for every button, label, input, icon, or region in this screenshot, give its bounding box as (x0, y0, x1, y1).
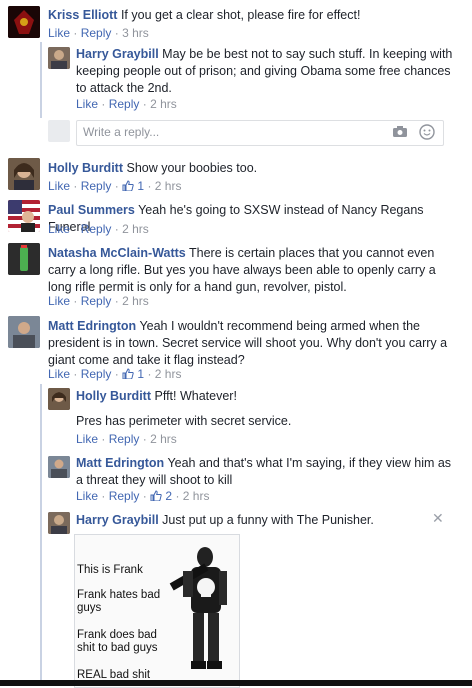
author-name[interactable]: Holly Burditt (48, 161, 123, 175)
author-name[interactable]: Kriss Elliott (48, 8, 117, 22)
comment-text: Show your boobies too. (126, 161, 258, 175)
comment-actions: Like · Reply · 2 · 2 hrs (76, 489, 210, 503)
smiley-icon[interactable] (419, 124, 435, 140)
avatar[interactable] (48, 47, 70, 69)
comment-text: Just put up a funny with The Punisher. (162, 513, 374, 527)
thread-line (40, 42, 42, 118)
timestamp[interactable]: 2 hrs (183, 489, 210, 503)
reply-placeholder: Write a reply... (83, 125, 160, 139)
meme-line: Frank hates bad guys (77, 589, 161, 614)
reply-link[interactable]: Reply (109, 489, 140, 503)
meme-line: This is Frank (77, 564, 143, 576)
comment-actions: Like · Reply · 2 hrs (48, 222, 149, 236)
reply-link[interactable]: Reply (81, 222, 112, 236)
author-name[interactable]: Harry Graybill (76, 513, 159, 527)
avatar[interactable] (48, 512, 70, 534)
like-link[interactable]: Like (76, 489, 98, 503)
like-link[interactable]: Like (48, 294, 70, 308)
bottom-edge (0, 680, 472, 686)
like-count[interactable]: 1 (137, 179, 144, 193)
author-name[interactable]: Natasha McClain-Watts (48, 246, 186, 260)
comment: Natasha McClain-Watts There is certain p… (48, 245, 458, 296)
author-name[interactable]: Paul Summers (48, 203, 135, 217)
comment: Matt Edrington Yeah I wouldn't recommend… (48, 318, 458, 369)
reply-link[interactable]: Reply (81, 179, 112, 193)
like-link[interactable]: Like (76, 97, 98, 111)
thumbs-up-icon (122, 180, 134, 192)
author-name[interactable]: Holly Burditt (76, 389, 151, 403)
comment: Holly Burditt Show your boobies too. (48, 160, 458, 177)
punisher-figure (169, 547, 227, 669)
timestamp[interactable]: 2 hrs (155, 367, 182, 381)
like-link[interactable]: Like (76, 432, 98, 446)
reply-link[interactable]: Reply (81, 26, 112, 40)
avatar[interactable] (48, 388, 70, 410)
comment: Kriss Elliott If you get a clear shot, p… (48, 7, 458, 24)
timestamp[interactable]: 3 hrs (122, 26, 149, 40)
reply-link[interactable]: Reply (81, 294, 112, 308)
avatar (48, 120, 70, 142)
comment-actions: Like · Reply · 2 hrs (48, 294, 149, 308)
reply-link[interactable]: Reply (81, 367, 112, 381)
thumbs-up-icon (150, 490, 162, 502)
avatar[interactable] (8, 6, 40, 38)
like-link[interactable]: Like (48, 179, 70, 193)
reply-comment: Holly Burditt Pfft! Whatever! (76, 388, 456, 405)
avatar[interactable] (8, 158, 40, 190)
reply-link[interactable]: Reply (109, 432, 140, 446)
timestamp[interactable]: 2 hrs (122, 222, 149, 236)
avatar[interactable] (8, 200, 40, 232)
camera-icon[interactable] (393, 126, 407, 137)
avatar[interactable] (48, 456, 70, 478)
like-link[interactable]: Like (48, 222, 70, 236)
like-link[interactable]: Like (48, 26, 70, 40)
timestamp[interactable]: 2 hrs (150, 432, 177, 446)
timestamp[interactable]: 2 hrs (122, 294, 149, 308)
comment-actions: Like · Reply · 1 · 2 hrs (48, 179, 182, 193)
meme-line: Frank does bad shit to bad guys (77, 629, 158, 654)
author-name[interactable]: Matt Edrington (76, 456, 164, 470)
punisher-meme-image[interactable]: This is Frank Frank hates bad guys Frank… (74, 534, 240, 688)
like-count[interactable]: 2 (165, 489, 172, 503)
comment-text: If you get a clear shot, please fire for… (120, 8, 361, 22)
comment-actions: Like · Reply · 1 · 2 hrs (48, 367, 182, 381)
avatar[interactable] (8, 316, 40, 348)
reply-comment: Harry Graybill Just put up a funny with … (76, 512, 416, 529)
reply-link[interactable]: Reply (109, 97, 140, 111)
like-link[interactable]: Like (48, 367, 70, 381)
timestamp[interactable]: 2 hrs (155, 179, 182, 193)
comment-actions: Like · Reply · 2 hrs (76, 432, 177, 446)
comment-text-line: Pres has perimeter with secret service. (76, 414, 292, 428)
timestamp[interactable]: 2 hrs (150, 97, 177, 111)
author-name[interactable]: Harry Graybill (76, 47, 159, 61)
comment-text: Pfft! Whatever! (154, 389, 237, 403)
reply-comment: Matt Edrington Yeah and that's what I'm … (76, 455, 456, 489)
thread-line (40, 384, 42, 686)
close-icon[interactable]: ✕ (432, 510, 444, 527)
comment-actions: Like · Reply · 2 hrs (76, 97, 177, 111)
reply-input[interactable]: Write a reply... (76, 120, 444, 146)
avatar[interactable] (8, 243, 40, 275)
like-count[interactable]: 1 (137, 367, 144, 381)
reply-comment: Harry Graybill May be be best not to say… (76, 46, 456, 97)
thumbs-up-icon (122, 368, 134, 380)
author-name[interactable]: Matt Edrington (48, 319, 136, 333)
comment-actions: Like · Reply · 3 hrs (48, 26, 149, 40)
